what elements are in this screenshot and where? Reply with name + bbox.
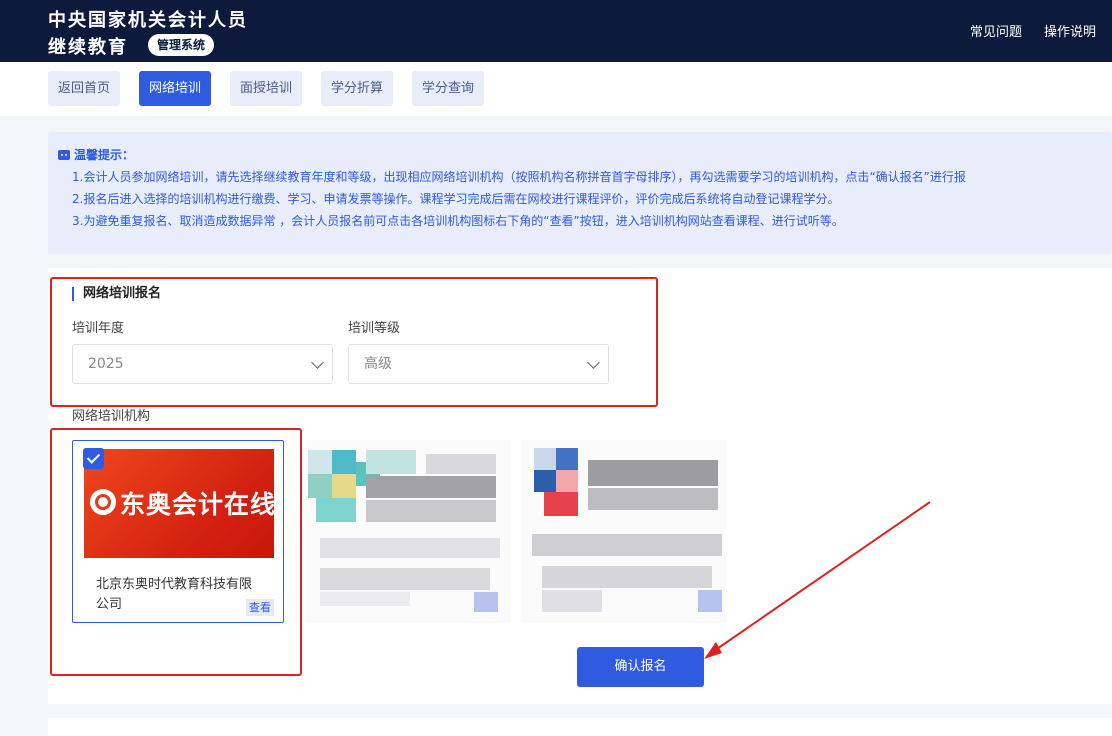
lower-card <box>48 718 1112 736</box>
admin-badge: 管理系统 <box>148 34 215 56</box>
guide-link[interactable]: 操作说明 <box>1044 21 1096 40</box>
notice-line-3: 3.为避免重复报名、取消造成数据异常 ，会计人员报名前可点击各培训机构图标右下角… <box>72 214 844 228</box>
confirm-registration-button[interactable]: 确认报名 <box>577 647 704 687</box>
notice-line-2: 2.报名后进入选择的培训机构进行缴费、学习、申请发票等操作。课程学习完成后需在网… <box>72 192 840 206</box>
nav-credit-query[interactable]: 学分查询 <box>412 71 485 106</box>
annotation-box-form <box>50 277 658 407</box>
site-title-line2: 继续教育 <box>48 37 128 58</box>
header-links: 常见问题 操作说明 <box>970 21 1096 40</box>
institution-card-blurred-1[interactable] <box>306 440 511 623</box>
main-nav: 返回首页 网络培训 面授培训 学分折算 学分查询 <box>0 62 1112 116</box>
notice-panel: 温馨提示： 1.会计人员参加网络培训，请先选择继续教育年度和等级，出现相应网络培… <box>48 132 1112 254</box>
nav-home[interactable]: 返回首页 <box>48 71 121 106</box>
nav-online-training[interactable]: 网络培训 <box>139 71 212 106</box>
chat-icon <box>58 149 70 160</box>
faq-link[interactable]: 常见问题 <box>970 21 1022 40</box>
site-title-line1: 中央国家机关会计人员 <box>48 10 248 31</box>
notice-line-1: 1.会计人员参加网络培训，请先选择继续教育年度和等级，出现相应网络培训机构（按照… <box>72 170 966 184</box>
nav-offline-training[interactable]: 面授培训 <box>230 71 303 106</box>
institution-card-blurred-2[interactable] <box>522 440 727 623</box>
notice-title: 温馨提示： <box>74 148 135 162</box>
notice-header: 温馨提示： <box>58 146 1112 163</box>
nav-credit-conversion[interactable]: 学分折算 <box>321 71 394 106</box>
institutions-label: 网络培训机构 <box>72 409 151 424</box>
top-header: 中央国家机关会计人员 继续教育 管理系统 常见问题 操作说明 <box>0 0 1112 62</box>
annotation-box-institution <box>50 428 302 676</box>
